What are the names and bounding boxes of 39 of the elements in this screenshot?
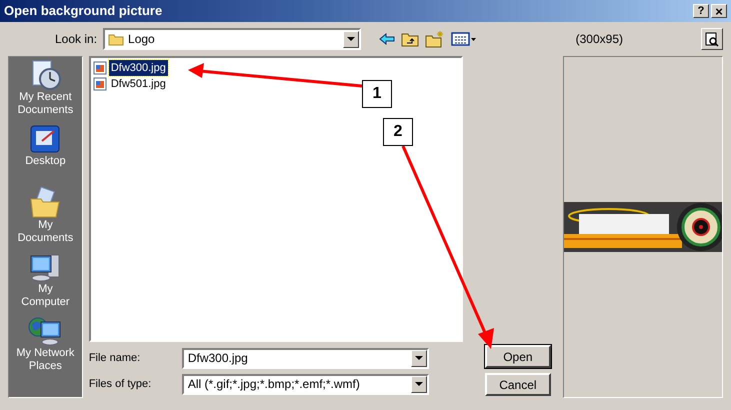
file-item[interactable]: Dfw300.jpg (92, 60, 459, 76)
file-type-dropdown[interactable]: All (*.gif;*.jpg;*.bmp;*.emf;*.wmf) (182, 374, 429, 394)
file-type-label: Files of type: (88, 376, 152, 392)
places-item[interactable]: My Computer (9, 251, 82, 315)
folder-icon (108, 32, 124, 46)
look-in-value: Logo (127, 31, 156, 48)
places-item[interactable]: Desktop (9, 123, 82, 187)
new-folder-icon[interactable] (425, 30, 446, 48)
view-menu-icon[interactable] (451, 32, 478, 46)
folder-icon (28, 187, 62, 219)
places-item[interactable]: My Network Places (9, 315, 82, 379)
help-button[interactable]: ? (693, 4, 709, 18)
image-file-icon (92, 77, 107, 91)
callout-number: 1 (362, 80, 392, 108)
open-button[interactable]: Open (484, 345, 551, 368)
file-name-field[interactable]: Dfw300.jpg (182, 348, 429, 368)
places-label: Desktop (24, 155, 67, 168)
network-computer-icon (28, 315, 62, 347)
file-name: Dfw300.jpg (108, 60, 168, 76)
window-title: Open background picture (4, 2, 164, 20)
places-label: My Computer (20, 283, 71, 309)
desktop-icon (28, 123, 62, 155)
file-name-label: File name: (88, 350, 142, 366)
preview-size: (300x95) (576, 31, 623, 48)
back-arrow-icon[interactable] (379, 33, 396, 45)
places-label: My Documents (16, 219, 74, 245)
look-in-dropdown[interactable]: Logo (103, 28, 362, 50)
cancel-button[interactable]: Cancel (484, 373, 551, 396)
places-label: My Recent Documents (16, 91, 74, 117)
file-name: Dfw501.jpg (110, 76, 167, 92)
places-item[interactable]: My Recent Documents (9, 59, 82, 123)
look-in-label: Look in: (55, 31, 98, 48)
places-item[interactable]: My Documents (9, 187, 82, 251)
callout-number: 2 (383, 118, 413, 146)
preview-button[interactable] (701, 28, 723, 50)
places-label: My Network Places (15, 347, 76, 373)
close-button[interactable]: × (711, 4, 727, 18)
up-folder-icon[interactable] (401, 31, 420, 47)
image-file-icon (92, 61, 107, 75)
